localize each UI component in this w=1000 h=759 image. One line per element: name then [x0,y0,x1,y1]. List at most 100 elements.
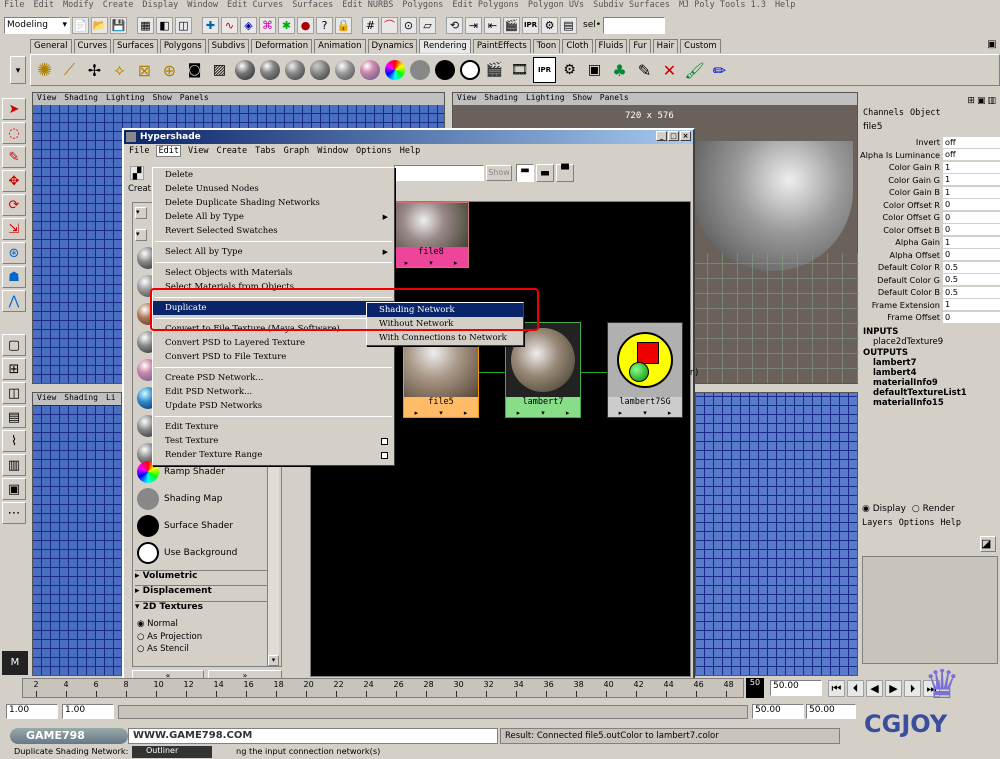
hypershade-menu-edit[interactable]: Edit [156,145,181,157]
snap-grid-icon[interactable]: # [362,16,379,34]
expand-icon[interactable]: ▾ [135,229,147,241]
shelf-menu-icon[interactable]: ▣ [985,39,999,53]
shelf-tab-fluids[interactable]: Fluids [594,39,628,53]
edit-menu-item[interactable]: Create PSD Network... [153,371,394,385]
channel-value[interactable]: off [943,136,1000,148]
paint-fx-icon[interactable]: ♣ [608,57,631,83]
lasso-tool-icon[interactable]: ◌ [2,122,26,144]
edit-menu-item[interactable]: Revert Selected Swatches [153,224,394,238]
section-2d-textures[interactable]: ▾ 2D Textures [135,601,271,617]
show-manip-icon[interactable]: ⋀ [2,290,26,312]
save-scene-icon[interactable]: 💾 [110,16,127,34]
edit-menu-item[interactable]: Delete Duplicate Shading Networks [153,196,394,210]
viewport-bottom-left[interactable]: View Shading Li [32,392,122,676]
hypershade-icon[interactable]: 🎬 [483,57,506,83]
channel-row[interactable]: Invert off [859,136,1000,149]
edit-menu-item[interactable]: Delete [153,168,394,182]
edit-menu-item[interactable]: Update PSD Networks [153,399,394,413]
layers-menu[interactable]: Layers [862,518,893,528]
menu-create[interactable]: Create [103,0,134,12]
node-ports[interactable]: ▸ ▾ ▸ [394,258,468,267]
ipr-icon[interactable]: IPR [533,57,556,83]
channel-row[interactable]: Color Offset B0 [859,224,1000,237]
menu-edit-polygons[interactable]: Edit Polygons [452,0,519,12]
rotate-tool-icon[interactable]: ⟳ [2,194,26,216]
hypershade-menu-options[interactable]: Options [355,146,393,156]
hypershade-menu-graph[interactable]: Graph [283,146,311,156]
scroll-down-icon[interactable]: ▾ [268,655,279,666]
anisotropic-material-icon[interactable] [333,57,356,83]
single-perspective-layout-icon[interactable]: ▢ [2,334,26,356]
manipulator-icon[interactable]: ⊛ [2,242,26,264]
menu-help[interactable]: Help [775,0,795,12]
snap-point-icon[interactable]: ⊙ [400,16,417,34]
node-ports[interactable]: ▸ ▾ ▸ [404,408,478,417]
edit-menu-item[interactable]: Select Objects with Materials [153,266,394,280]
delete-brush-icon[interactable]: ✕ [658,57,681,83]
edit-menu-item[interactable]: Delete All by Type ▶ [153,210,394,224]
panel-menu-lighting[interactable]: Lighting [526,93,565,105]
panel-menu-panels[interactable]: Panels [180,93,209,105]
create-item[interactable]: Use Background [137,539,237,566]
shelf-tab-surfaces[interactable]: Surfaces [113,39,158,53]
channel-row[interactable]: Color Gain B1 [859,186,1000,199]
lambert-material-icon[interactable] [308,57,331,83]
as-stencil-radio[interactable]: ○ As Stencil [137,643,202,656]
panel-menu-view[interactable]: View [457,93,476,105]
shelf-tab-cloth[interactable]: Cloth [562,39,593,53]
option-box-icon[interactable] [381,437,388,445]
camera-icon[interactable]: ◙ [183,57,206,83]
close-icon[interactable]: × [680,131,691,141]
shelf-tab-deformation[interactable]: Deformation [251,39,313,53]
menu-surfaces[interactable]: Surfaces [292,0,333,12]
snap-plane-icon[interactable]: ▱ [419,16,436,34]
graph-layout-icon[interactable]: ⌇ [2,430,26,452]
outliner-layout-icon[interactable]: ▤ [2,406,26,428]
channel-value[interactable]: 1 [943,174,1000,186]
layout-graph-icon[interactable]: ▬ [516,164,534,182]
show-hide-icon[interactable]: ▤ [560,16,577,34]
history-icon[interactable]: ⟲ [446,16,463,34]
panel-menu-shading[interactable]: Shading [64,93,98,105]
hypershade-menu-view[interactable]: View [187,146,209,156]
blinn-material-icon[interactable] [233,57,256,83]
channel-row[interactable]: Default Color G 0.5 [859,274,1000,287]
soft-mod-icon[interactable]: ☗ [2,266,26,288]
hypershade-menu-tabs[interactable]: Tabs [254,146,276,156]
render-settings-icon[interactable]: ⚙ [558,57,581,83]
channel-toggle-icon[interactable]: ▣ [977,96,986,108]
hypershade-menu-create[interactable]: Create [215,146,248,156]
directional-light-icon[interactable]: ⟋ [58,57,81,83]
shelf-tab-general[interactable]: General [30,39,72,53]
menu-window[interactable]: Window [187,0,218,12]
snap-curve-icon[interactable]: ⌒ [381,16,398,34]
node-ports[interactable]: ▸ ▾ ▸ [506,408,580,417]
two-view-layout-icon[interactable]: ◫ [2,382,26,404]
object-menu[interactable]: Object [910,108,941,122]
panel-menu-view[interactable]: View [37,93,56,105]
channel-layout-icon[interactable]: ⊞ [967,96,975,108]
channel-row[interactable]: Alpha Is Luminance off [859,149,1000,162]
scale-tool-icon[interactable]: ⇲ [2,218,26,240]
output-icon[interactable]: ⇤ [484,16,501,34]
node-lambert7sg[interactable]: lambert7SG ▸ ▾ ▸ [607,322,683,418]
section-displacement[interactable]: ▸ Displacement [135,585,271,601]
render-layout-icon[interactable]: ▣ [2,478,26,500]
menu-mj-poly-tools-1-3[interactable]: MJ Poly Tools 1.3 [679,0,766,12]
paint-select-icon[interactable]: ✎ [2,146,26,168]
edit-menu-item[interactable]: Convert PSD to Layered Texture [153,336,394,350]
shelf-tab-rendering[interactable]: Rendering [419,39,471,53]
duplicate-menu-item[interactable]: With Connections to Network [367,331,523,345]
create-item[interactable]: Shading Map [137,485,237,512]
current-time-field[interactable]: 50.00 [770,680,822,696]
paint-icon[interactable]: 🖌 [683,57,706,83]
section-volumetric[interactable]: ▸ Volumetric [135,570,271,585]
channel-value[interactable]: 0.5 [943,261,1000,273]
channel-value[interactable]: 0 [943,199,1000,211]
output-node[interactable]: defaultTextureList1 [873,388,1000,398]
input-icon[interactable]: ⇥ [465,16,482,34]
edit-menu-item[interactable]: Convert PSD to File Texture [153,350,394,364]
ipr-render-icon[interactable]: IPR [522,16,539,34]
channel-value[interactable]: 1 [943,186,1000,198]
create-item[interactable]: Surface Shader [137,512,237,539]
